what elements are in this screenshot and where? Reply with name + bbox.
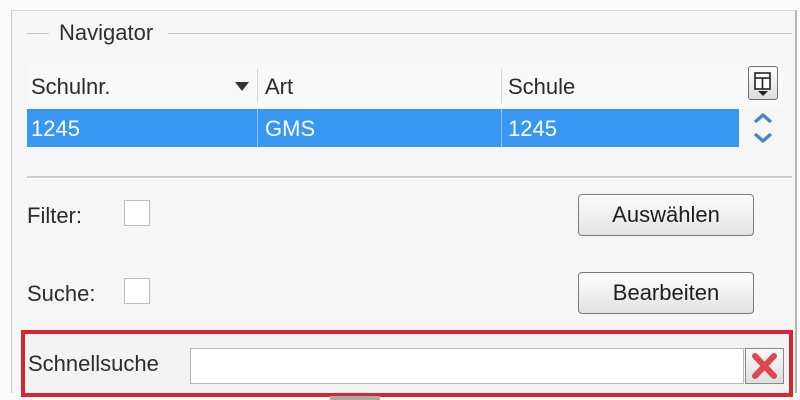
groupbox-line-left bbox=[27, 33, 49, 34]
chevron-down-icon[interactable] bbox=[748, 128, 778, 149]
filter-label: Filter: bbox=[27, 203, 82, 228]
filter-checkbox[interactable] bbox=[124, 200, 150, 226]
groupbox-line-right bbox=[168, 33, 792, 34]
column-separator bbox=[257, 69, 258, 103]
cell-schulnr: 1245 bbox=[31, 116, 80, 141]
column-chooser-icon bbox=[754, 72, 771, 96]
column-header-schulnr[interactable]: Schulnr. bbox=[31, 63, 111, 109]
record-scroll-buttons bbox=[748, 107, 778, 149]
cell-schule: 1245 bbox=[508, 116, 557, 141]
row-separator bbox=[257, 109, 258, 147]
table-row[interactable]: 1245 GMS 1245 bbox=[27, 109, 739, 147]
cell-art: GMS bbox=[265, 116, 316, 141]
red-x-close-icon bbox=[752, 353, 777, 379]
search-checkbox[interactable] bbox=[124, 278, 150, 304]
section-divider bbox=[27, 176, 792, 179]
screenshot-stage: Navigator Schulnr. Art Schule 1245 GMS 1… bbox=[0, 0, 800, 400]
sort-down-icon[interactable] bbox=[235, 82, 249, 91]
search-label: Suche: bbox=[27, 281, 96, 306]
column-header-schule[interactable]: Schule bbox=[508, 63, 575, 109]
chevron-up-icon[interactable] bbox=[748, 107, 778, 128]
quick-search-highlight: Schnellsuche bbox=[21, 330, 793, 397]
clear-search-button[interactable] bbox=[745, 348, 784, 384]
edit-button[interactable]: Bearbeiten bbox=[578, 272, 754, 314]
quick-search-label: Schnellsuche bbox=[28, 351, 159, 376]
quick-search-input[interactable] bbox=[190, 348, 744, 384]
column-header-art[interactable]: Art bbox=[265, 63, 293, 109]
column-separator bbox=[501, 69, 502, 103]
row-separator bbox=[501, 109, 502, 147]
grid-header: Schulnr. Art Schule bbox=[27, 63, 782, 109]
select-button[interactable]: Auswählen bbox=[578, 194, 754, 236]
column-chooser-button[interactable] bbox=[748, 66, 778, 100]
schools-grid: Schulnr. Art Schule 1245 GMS 1245 bbox=[27, 63, 782, 150]
window-edge-marker bbox=[330, 396, 380, 400]
navigator-title: Navigator bbox=[57, 18, 156, 48]
